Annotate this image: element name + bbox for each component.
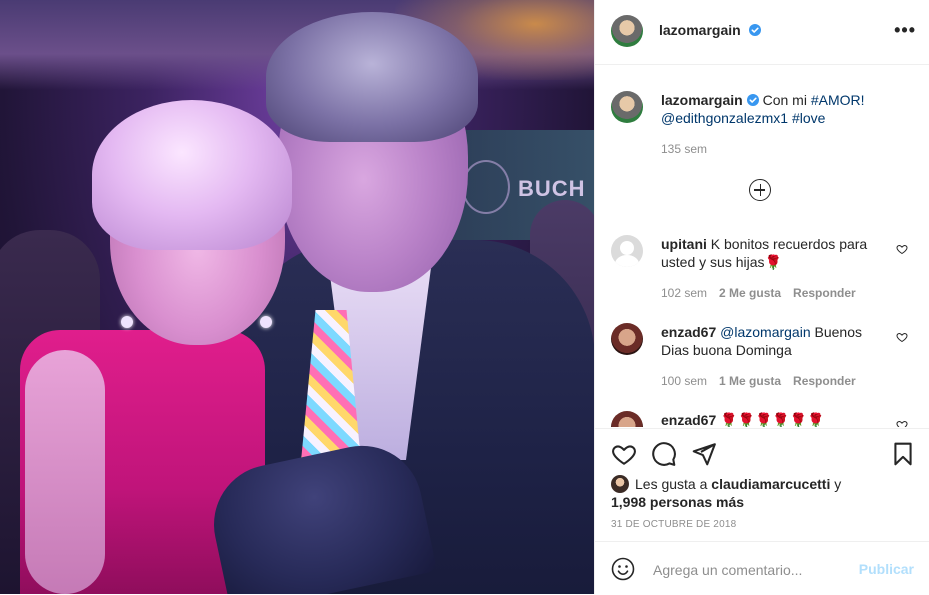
comment-likes[interactable]: 1 Me gusta <box>719 374 781 388</box>
photo-woman-arm <box>25 350 105 594</box>
caption-text: Con mi <box>762 92 807 108</box>
comment-body: enzad67 @lazomargain Buenos Dias buona D… <box>661 323 871 359</box>
reply-button[interactable]: Responder <box>793 374 856 388</box>
caption-time[interactable]: 135 sem <box>661 142 707 156</box>
post-side-panel: lazomargain ••• lazomargain Con mi #AMOR… <box>594 0 929 594</box>
comment-meta: 102 sem 2 Me gusta Responder <box>661 286 856 300</box>
likes-conj: y <box>834 476 842 492</box>
caption-mention[interactable]: @edithgonzalezmx1 <box>661 110 788 126</box>
like-comment-heart-icon[interactable] <box>896 243 908 255</box>
commenter-avatar[interactable] <box>611 411 643 427</box>
like-heart-icon[interactable] <box>611 441 637 467</box>
post-header: lazomargain ••• <box>595 0 929 65</box>
comments-scroll-area[interactable]: lazomargain Con mi #AMOR! @edithgonzalez… <box>595 65 929 427</box>
author-username[interactable]: lazomargain <box>659 22 741 38</box>
photo-banner-text: BUCH <box>518 176 586 201</box>
verified-badge-icon <box>749 24 762 36</box>
commenter-username[interactable]: upitani <box>661 236 707 252</box>
instagram-post-view: BUCH lazomargain ••• lazomargain Con mi … <box>0 0 929 594</box>
load-more-comments-icon[interactable] <box>749 179 771 201</box>
commenter-username[interactable]: enzad67 <box>661 412 716 427</box>
likes-summary: Les gusta a claudiamarcucetti y 1,998 pe… <box>611 475 841 511</box>
commenter-avatar[interactable] <box>611 235 643 267</box>
author-name-row: lazomargain <box>659 22 762 40</box>
reply-button[interactable]: Responder <box>793 286 856 300</box>
photo-earring-right <box>260 316 272 328</box>
more-options-button[interactable]: ••• <box>894 20 916 41</box>
post-actions: Les gusta a claudiamarcucetti y 1,998 pe… <box>595 428 929 541</box>
comment-time[interactable]: 102 sem <box>661 286 707 300</box>
post-date[interactable]: 31 DE OCTUBRE DE 2018 <box>611 519 736 530</box>
likes-others[interactable]: 1,998 personas más <box>611 494 744 510</box>
like-comment-heart-icon[interactable] <box>896 419 908 427</box>
photo-man-hair <box>266 12 478 142</box>
photo-earring-left <box>121 316 133 328</box>
like-comment-heart-icon[interactable] <box>896 331 908 343</box>
comment-text: 🌹🌹🌹🌹🌹🌹 <box>720 412 825 427</box>
caption-author-avatar[interactable] <box>611 91 643 123</box>
photo-banner-seal <box>462 160 510 214</box>
comment-bubble-icon[interactable] <box>651 441 677 467</box>
likes-prefix: Les gusta a <box>635 476 708 492</box>
caption-username[interactable]: lazomargain <box>661 92 743 108</box>
verified-badge-icon <box>746 94 759 106</box>
comment-input[interactable] <box>651 555 855 585</box>
commenter-username[interactable]: enzad67 <box>661 324 716 340</box>
photo-woman-hair <box>92 100 292 250</box>
comment-meta: 100 sem 1 Me gusta Responder <box>661 374 856 388</box>
comment-mention[interactable]: @lazomargain <box>720 324 810 340</box>
save-bookmark-icon[interactable] <box>890 441 916 467</box>
liker-avatar[interactable] <box>611 475 629 493</box>
add-comment-bar: Publicar <box>595 541 929 595</box>
caption-hashtag-love[interactable]: #love <box>792 110 825 126</box>
commenter-avatar[interactable] <box>611 323 643 355</box>
post-caption: lazomargain Con mi #AMOR! @edithgonzalez… <box>661 91 901 127</box>
share-paper-plane-icon[interactable] <box>691 441 717 467</box>
comment-body: upitani K bonitos recuerdos para usted y… <box>661 235 871 271</box>
author-avatar[interactable] <box>611 15 643 47</box>
comment-body: enzad67 🌹🌹🌹🌹🌹🌹 <box>661 411 871 427</box>
comment-likes[interactable]: 2 Me gusta <box>719 286 781 300</box>
publish-button[interactable]: Publicar <box>859 561 914 577</box>
caption-hashtag-amor[interactable]: #AMOR! <box>811 92 865 108</box>
liker-username[interactable]: claudiamarcucetti <box>711 476 830 492</box>
comment-time[interactable]: 100 sem <box>661 374 707 388</box>
post-photo[interactable]: BUCH <box>0 0 594 594</box>
emoji-smiley-icon[interactable] <box>611 557 635 581</box>
